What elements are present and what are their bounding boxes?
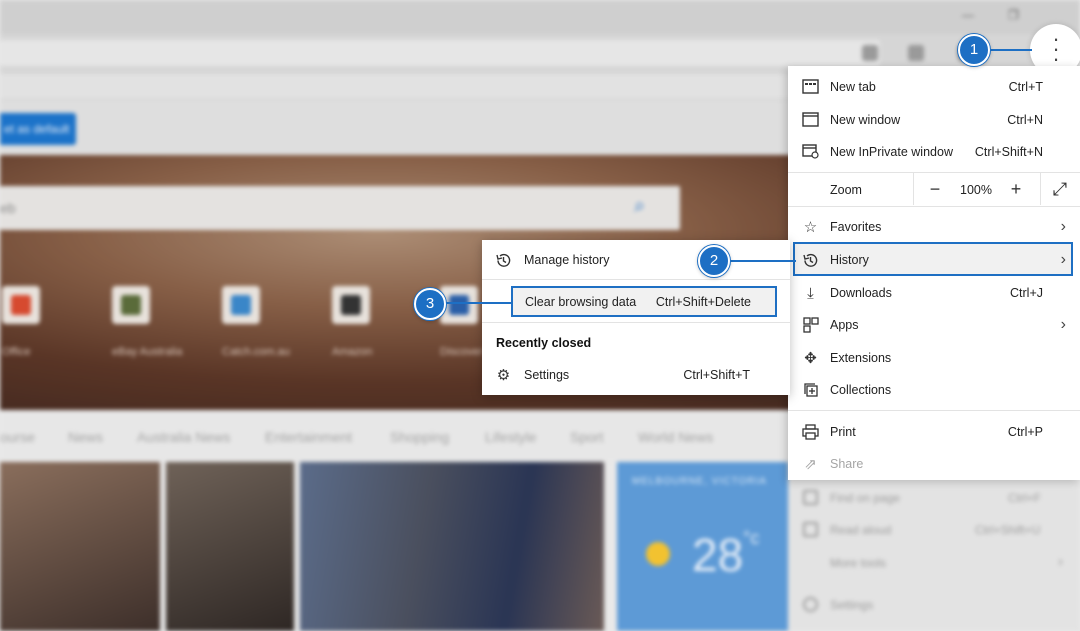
menu-item-new-tab[interactable]: New tab Ctrl+T [788, 71, 1080, 103]
menu-item-print[interactable]: Print Ctrl+P [788, 416, 1080, 448]
more-tools-item: More tools [830, 556, 887, 570]
zoom-in-button[interactable]: + [1005, 178, 1027, 200]
zoom-label: Zoom [830, 183, 862, 197]
share-icon: ⇗ [804, 456, 817, 473]
favorite-star-icon [862, 45, 878, 61]
read-aloud-shortcut: Ctrl+Shift+U [975, 523, 1041, 537]
menu-separator [482, 322, 790, 323]
step-badge-1: 1 [958, 34, 990, 66]
step-badge-2: 2 [698, 245, 730, 277]
zoom-control: Zoom − 100% + ⤢ [788, 173, 1080, 205]
sun-icon [646, 542, 670, 566]
search-placeholder: eb [0, 200, 16, 216]
find-icon [803, 490, 818, 505]
news-tab: News [68, 429, 104, 445]
menu-item-favorites[interactable]: ☆ Favorites › [788, 211, 1080, 243]
restore-icon: ❐ [1008, 8, 1019, 22]
apps-grid-icon [802, 317, 819, 334]
favorites-star-icon: ☆ [803, 219, 818, 236]
quick-link-label: Amazon [332, 346, 373, 358]
step-badge-3: 3 [414, 288, 446, 320]
news-card-image [0, 462, 160, 631]
recently-closed-heading: Recently closed [496, 336, 592, 350]
printer-icon [802, 424, 819, 441]
search-icon: ⌕ [634, 195, 646, 217]
read-aloud-icon [803, 522, 818, 537]
recently-closed-settings-item[interactable]: ⚙ Settings Ctrl+Shift+T [482, 359, 790, 391]
title-bar [0, 0, 1080, 34]
download-icon: ⤓ [807, 285, 814, 302]
puzzle-piece-icon: ✥ [804, 350, 817, 367]
chevron-right-icon: › [1060, 316, 1066, 333]
minimize-icon: — [962, 8, 974, 22]
settings-item: Settings [830, 598, 874, 612]
address-bar [0, 40, 880, 66]
site-logo-icon [121, 295, 141, 315]
inprivate-window-icon [802, 144, 819, 161]
find-on-page-item: Find on page [830, 491, 901, 505]
news-tab: Australia News [137, 429, 231, 445]
callout-connector [990, 49, 1032, 51]
collections-icon [908, 45, 924, 61]
history-clock-icon [495, 252, 512, 269]
clear-browsing-data-item[interactable]: Clear browsing data Ctrl+Shift+Delete [511, 286, 777, 317]
callout-connector [444, 302, 512, 304]
quick-link-tile [2, 286, 40, 324]
menu-item-extensions[interactable]: ✥ Extensions [788, 342, 1080, 374]
callout-connector [728, 260, 796, 262]
menu-separator [482, 279, 790, 280]
weather-city: MELBOURNE, VICTORIA [632, 476, 767, 487]
news-tab: Shopping [390, 429, 450, 445]
new-tab-icon [802, 79, 819, 96]
quick-link-tile [222, 286, 260, 324]
history-submenu: Manage history Clear browsing data Ctrl+… [482, 240, 790, 395]
chevron-right-icon: › [1060, 218, 1066, 235]
web-search-box [0, 186, 680, 230]
menu-item-new-window[interactable]: New window Ctrl+N [788, 104, 1080, 136]
fullscreen-button[interactable]: ⤢ [1049, 178, 1071, 200]
quick-link-tile [332, 286, 370, 324]
menu-item-collections[interactable]: Collections [788, 374, 1080, 406]
weather-temperature: 28°c [692, 528, 760, 581]
settings-gear-icon: ⚙ [496, 367, 511, 384]
news-tab: Sport [570, 429, 604, 445]
menu-item-new-inprivate-window[interactable]: New InPrivate window Ctrl+Shift+N [788, 136, 1080, 168]
site-logo-icon [231, 295, 251, 315]
news-tab: World News [638, 429, 714, 445]
menu-item-history[interactable]: History › [788, 244, 1080, 276]
zoom-level: 100% [960, 183, 992, 197]
more-dots-icon: · · · [1052, 26, 1060, 71]
site-logo-icon [449, 295, 469, 315]
news-tab: ourse [0, 429, 36, 445]
quick-link-label: Catch.com.au [222, 346, 290, 358]
collections-icon [802, 382, 819, 399]
zoom-out-button[interactable]: − [924, 178, 946, 200]
chevron-right-icon: › [1060, 251, 1066, 268]
read-aloud-item: Read aloud [830, 523, 892, 537]
news-tab: Entertainment [265, 429, 353, 445]
quick-link-label: eBay Australia [112, 346, 183, 358]
menu-separator [788, 410, 1080, 411]
set-default-button: et as default [0, 113, 76, 145]
menu-item-downloads[interactable]: ⤓ Downloads Ctrl+J [788, 277, 1080, 309]
news-card-image [300, 462, 604, 631]
menu-item-share: ⇗ Share [788, 448, 1080, 480]
find-shortcut: Ctrl+F [1008, 491, 1041, 505]
settings-and-more-menu: New tab Ctrl+T New window Ctrl+N New InP… [788, 66, 1080, 480]
menu-separator [788, 206, 1080, 207]
history-clock-icon [802, 252, 819, 269]
site-logo-icon [341, 295, 361, 315]
quick-link-tile [112, 286, 150, 324]
settings-icon [803, 597, 818, 612]
new-window-icon [802, 112, 819, 129]
chevron-right-icon: › [1058, 553, 1063, 570]
news-tab: Lifestyle [485, 429, 537, 445]
quick-link-label: Office [2, 346, 31, 358]
site-logo-icon [11, 295, 31, 315]
menu-item-apps[interactable]: Apps › [788, 309, 1080, 341]
news-card-image [166, 462, 294, 631]
